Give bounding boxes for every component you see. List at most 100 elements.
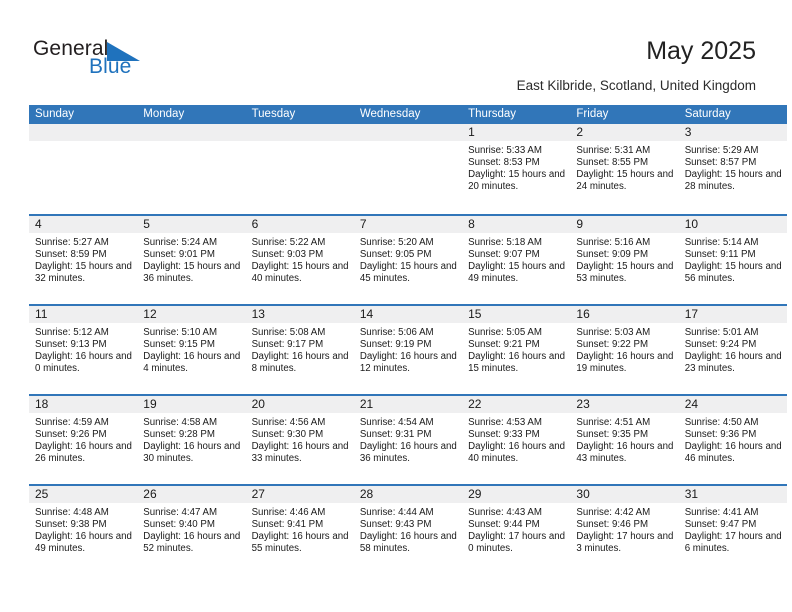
calendar-day-cell[interactable]: 2 Sunrise: 5:31 AM Sunset: 8:55 PM Daylight… (570, 124, 679, 214)
sunset-text: Sunset: 9:46 PM (576, 519, 649, 531)
calendar-day-cell[interactable]: 22 Sunrise: 4:53 AM Sunset: 9:33 PM Dayligh… (462, 396, 571, 484)
sunrise-text: Sunrise: 5:05 AM (468, 327, 542, 338)
day-number: 22 (462, 396, 571, 413)
calendar-day-cell[interactable]: 14 Sunrise: 5:06 AM Sunset: 9:19 PM Dayligh… (353, 306, 463, 394)
day-number: 6 (245, 216, 354, 233)
sunset-text: Sunset: 9:40 PM (143, 519, 215, 531)
calendar-day-cell[interactable]: 29 Sunrise: 4:43 AM Sunset: 9:44 PM Dayligh… (462, 486, 571, 574)
calendar-week-row: 18 Sunrise: 4:59 AM Sunset: 9:26 PM Dayligh… (29, 394, 787, 484)
day-number (137, 124, 246, 141)
day-sun-info: Sunrise: 4:41 AM Sunset: 9:47 PM Daylight:… (679, 503, 787, 555)
sunset-text: Sunset: 9:15 PM (143, 339, 215, 351)
day-number: 1 (462, 124, 571, 141)
sunrise-text: Sunrise: 5:01 AM (684, 327, 759, 338)
sunrise-text: Sunrise: 4:59 AM (35, 417, 109, 428)
sunrise-text: Sunrise: 5:03 AM (576, 327, 651, 338)
calendar-day-cell[interactable]: 20 Sunrise: 4:56 AM Sunset: 9:30 PM Dayligh… (245, 396, 354, 484)
calendar-day-cell[interactable]: 26 Sunrise: 4:47 AM Sunset: 9:40 PM Dayligh… (137, 486, 246, 574)
sunset-text: Sunset: 9:38 PM (35, 519, 107, 531)
calendar-day-cell[interactable]: 11 Sunrise: 5:12 AM Sunset: 9:13 PM Dayligh… (29, 306, 138, 394)
sunrise-text: Sunrise: 5:16 AM (576, 237, 651, 248)
day-sun-info: Sunrise: 4:59 AM Sunset: 9:26 PM Daylight:… (29, 413, 137, 465)
sunrise-text: Sunrise: 4:44 AM (359, 507, 434, 518)
sunset-text: Sunset: 9:30 PM (251, 429, 324, 441)
calendar-day-cell[interactable]: 19 Sunrise: 4:58 AM Sunset: 9:28 PM Dayligh… (137, 396, 246, 484)
day-number: 23 (570, 396, 679, 413)
sunrise-text: Sunrise: 4:56 AM (251, 417, 326, 428)
calendar-day-cell[interactable]: 1 Sunrise: 5:33 AM Sunset: 8:53 PM Daylight… (462, 124, 571, 214)
calendar-day-cell[interactable]: 16 Sunrise: 5:03 AM Sunset: 9:22 PM Dayligh… (570, 306, 679, 394)
day-number: 14 (353, 306, 463, 323)
daylight-text: Daylight: 16 hours and 4 minutes. (143, 351, 241, 375)
calendar-week-row: 4 Sunrise: 5:27 AM Sunset: 8:59 PM Daylight… (29, 214, 787, 304)
day-sun-info: Sunrise: 4:50 AM Sunset: 9:36 PM Daylight:… (679, 413, 787, 465)
calendar-day-cell[interactable]: 28 Sunrise: 4:44 AM Sunset: 9:43 PM Dayligh… (353, 486, 463, 574)
day-sun-info: Sunrise: 5:06 AM Sunset: 9:19 PM Daylight:… (354, 323, 462, 375)
calendar-day-cell[interactable]: 23 Sunrise: 4:51 AM Sunset: 9:35 PM Dayligh… (570, 396, 679, 484)
day-number: 2 (570, 124, 679, 141)
calendar-day-cell[interactable]: 9 Sunrise: 5:16 AM Sunset: 9:09 PM Daylight… (570, 216, 679, 304)
calendar-day-cell[interactable]: 24 Sunrise: 4:50 AM Sunset: 9:36 PM Dayligh… (678, 396, 787, 484)
calendar-day-cell[interactable]: 10 Sunrise: 5:14 AM Sunset: 9:11 PM Dayligh… (678, 216, 787, 304)
calendar-day-cell[interactable]: 13 Sunrise: 5:08 AM Sunset: 9:17 PM Dayligh… (245, 306, 354, 394)
day-sun-info: Sunrise: 4:43 AM Sunset: 9:44 PM Daylight:… (462, 503, 570, 555)
sunset-text: Sunset: 9:05 PM (359, 249, 432, 261)
calendar-day-cell-empty (29, 124, 138, 214)
day-number: 3 (678, 124, 787, 141)
sunrise-text: Sunrise: 5:06 AM (359, 327, 434, 338)
sunset-text: Sunset: 9:26 PM (35, 429, 107, 441)
daylight-text: Daylight: 15 hours and 45 minutes. (359, 261, 457, 285)
calendar-day-cell[interactable]: 15 Sunrise: 5:05 AM Sunset: 9:21 PM Dayligh… (462, 306, 571, 394)
sunrise-text: Sunrise: 5:24 AM (143, 237, 218, 248)
calendar-week-row: 1 Sunrise: 5:33 AM Sunset: 8:53 PM Daylight… (29, 124, 787, 214)
sunrise-text: Sunrise: 4:54 AM (359, 417, 434, 428)
calendar-grid: Sunday Monday Tuesday Wednesday Thursday… (29, 105, 787, 574)
calendar-day-cell[interactable]: 30 Sunrise: 4:42 AM Sunset: 9:46 PM Dayligh… (570, 486, 679, 574)
sunset-text: Sunset: 9:11 PM (684, 249, 756, 261)
daylight-text: Daylight: 17 hours and 0 minutes. (468, 531, 566, 555)
sunset-text: Sunset: 8:57 PM (684, 157, 757, 169)
day-sun-info: Sunrise: 5:12 AM Sunset: 9:13 PM Daylight:… (29, 323, 137, 375)
calendar-day-cell[interactable]: 18 Sunrise: 4:59 AM Sunset: 9:26 PM Dayligh… (29, 396, 138, 484)
calendar-day-cell[interactable]: 5 Sunrise: 5:24 AM Sunset: 9:01 PM Daylight… (137, 216, 246, 304)
calendar-day-cell[interactable]: 31 Sunrise: 4:41 AM Sunset: 9:47 PM Dayligh… (678, 486, 787, 574)
calendar-page: General Blue May 2025 East Kilbride, Sco… (0, 0, 792, 612)
daylight-text: Daylight: 17 hours and 3 minutes. (576, 531, 674, 555)
day-sun-info: Sunrise: 5:03 AM Sunset: 9:22 PM Daylight:… (570, 323, 678, 375)
sunrise-text: Sunrise: 4:43 AM (468, 507, 542, 518)
day-number: 4 (29, 216, 138, 233)
sunset-text: Sunset: 9:17 PM (251, 339, 324, 351)
calendar-day-cell[interactable]: 3 Sunrise: 5:29 AM Sunset: 8:57 PM Daylight… (678, 124, 787, 214)
calendar-day-cell[interactable]: 27 Sunrise: 4:46 AM Sunset: 9:41 PM Dayligh… (245, 486, 354, 574)
brand-logo[interactable]: General Blue (33, 38, 213, 84)
calendar-day-cell[interactable]: 7 Sunrise: 5:20 AM Sunset: 9:05 PM Daylight… (353, 216, 463, 304)
calendar-day-cell[interactable]: 4 Sunrise: 5:27 AM Sunset: 8:59 PM Daylight… (29, 216, 138, 304)
calendar-day-cell[interactable]: 8 Sunrise: 5:18 AM Sunset: 9:07 PM Daylight… (462, 216, 571, 304)
daylight-text: Daylight: 16 hours and 40 minutes. (468, 441, 566, 465)
weekday-header-tuesday: Tuesday (251, 108, 296, 120)
sunrise-text: Sunrise: 5:18 AM (468, 237, 542, 248)
day-sun-info: Sunrise: 4:56 AM Sunset: 9:30 PM Daylight:… (246, 413, 354, 465)
daylight-text: Daylight: 16 hours and 49 minutes. (35, 531, 132, 555)
calendar-day-cell[interactable]: 17 Sunrise: 5:01 AM Sunset: 9:24 PM Dayligh… (678, 306, 787, 394)
calendar-day-cell[interactable]: 12 Sunrise: 5:10 AM Sunset: 9:15 PM Dayligh… (137, 306, 246, 394)
sunset-text: Sunset: 8:53 PM (468, 157, 540, 169)
day-number: 8 (462, 216, 571, 233)
day-number: 15 (462, 306, 571, 323)
sunrise-text: Sunrise: 5:27 AM (35, 237, 109, 248)
sunrise-text: Sunrise: 5:12 AM (35, 327, 109, 338)
day-number: 19 (137, 396, 246, 413)
day-sun-info: Sunrise: 4:58 AM Sunset: 9:28 PM Daylight:… (137, 413, 245, 465)
calendar-day-cell[interactable]: 21 Sunrise: 4:54 AM Sunset: 9:31 PM Dayligh… (353, 396, 463, 484)
calendar-day-cell[interactable]: 25 Sunrise: 4:48 AM Sunset: 9:38 PM Dayligh… (29, 486, 138, 574)
sunrise-text: Sunrise: 4:50 AM (684, 417, 759, 428)
weekday-header-saturday: Saturday (684, 108, 731, 120)
day-number: 5 (137, 216, 246, 233)
day-sun-info: Sunrise: 5:33 AM Sunset: 8:53 PM Daylight:… (462, 141, 570, 193)
sunset-text: Sunset: 8:55 PM (576, 157, 649, 169)
page-title: May 2025 (646, 37, 756, 65)
sunset-text: Sunset: 9:07 PM (468, 249, 540, 261)
calendar-day-cell[interactable]: 6 Sunrise: 5:22 AM Sunset: 9:03 PM Daylight… (245, 216, 354, 304)
day-sun-info: Sunrise: 4:44 AM Sunset: 9:43 PM Daylight:… (354, 503, 462, 555)
calendar-day-cell-empty (245, 124, 354, 214)
